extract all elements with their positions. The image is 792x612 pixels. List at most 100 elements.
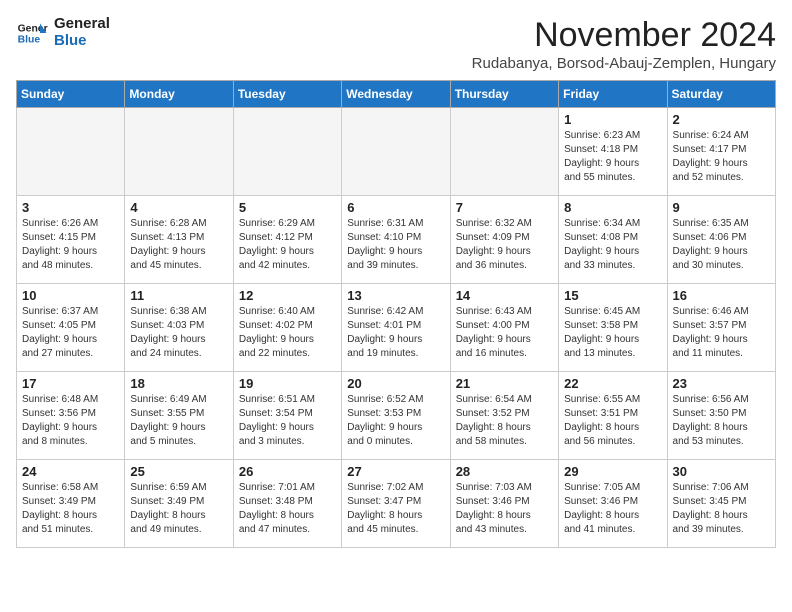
week-row-3: 17 Sunrise: 6:48 AM Sunset: 3:56 PM Dayli…: [17, 372, 776, 460]
day-info: Sunrise: 7:05 AM Sunset: 3:46 PM Dayligh…: [564, 481, 661, 537]
calendar-cell: 3 Sunrise: 6:26 AM Sunset: 4:15 PM Daylig…: [17, 196, 125, 284]
calendar-cell: 30 Sunrise: 7:06 AM Sunset: 3:45 PM Dayli…: [667, 460, 775, 548]
calendar-cell: 9 Sunrise: 6:35 AM Sunset: 4:06 PM Daylig…: [667, 196, 775, 284]
calendar-cell: 19Sunrise: 6:51 AM Sunset: 3:54 PM Dayli…: [233, 372, 341, 460]
calendar-cell: 10 Sunrise: 6:37 AM Sunset: 4:05 PM Dayli…: [17, 284, 125, 372]
day-info: Sunrise: 6:26 AM Sunset: 4:15 PM Dayligh…: [22, 217, 119, 273]
day-info: Sunrise: 6:48 AM Sunset: 3:56 PM Dayligh…: [22, 393, 119, 449]
day-info: Sunrise: 6:52 AM Sunset: 3:53 PM Dayligh…: [347, 393, 444, 449]
day-number: 19: [239, 376, 336, 391]
day-info: Sunrise: 6:55 AM Sunset: 3:51 PM Dayligh…: [564, 393, 661, 449]
day-info: Sunrise: 6:54 AM Sunset: 3:52 PM Dayligh…: [456, 393, 553, 449]
calendar-cell: [342, 108, 450, 196]
calendar-cell: [125, 108, 233, 196]
day-info: Sunrise: 6:38 AM Sunset: 4:03 PM Dayligh…: [130, 305, 227, 361]
day-number: 4: [130, 200, 227, 215]
day-number: 9: [673, 200, 770, 215]
day-number: 10: [22, 288, 119, 303]
day-number: 17: [22, 376, 119, 391]
day-info: Sunrise: 6:29 AM Sunset: 4:12 PM Dayligh…: [239, 217, 336, 273]
day-number: 15: [564, 288, 661, 303]
day-info: Sunrise: 7:01 AM Sunset: 3:48 PM Dayligh…: [239, 481, 336, 537]
calendar-cell: 22 Sunrise: 6:55 AM Sunset: 3:51 PM Dayli…: [559, 372, 667, 460]
calendar-cell: 21Sunrise: 6:54 AM Sunset: 3:52 PM Dayli…: [450, 372, 558, 460]
logo-line1: General: [54, 16, 110, 33]
day-number: 23: [673, 376, 770, 391]
day-number: 24: [22, 464, 119, 479]
day-info: Sunrise: 6:34 AM Sunset: 4:08 PM Dayligh…: [564, 217, 661, 273]
day-number: 29: [564, 464, 661, 479]
day-info: Sunrise: 6:23 AM Sunset: 4:18 PM Dayligh…: [564, 129, 661, 185]
calendar-table: SundayMondayTuesdayWednesdayThursdayFrid…: [16, 80, 776, 548]
header-sunday: Sunday: [17, 81, 125, 108]
header-wednesday: Wednesday: [342, 81, 450, 108]
day-number: 5: [239, 200, 336, 215]
day-info: Sunrise: 6:59 AM Sunset: 3:49 PM Dayligh…: [130, 481, 227, 537]
calendar-cell: 20 Sunrise: 6:52 AM Sunset: 3:53 PM Dayli…: [342, 372, 450, 460]
header-friday: Friday: [559, 81, 667, 108]
day-number: 16: [673, 288, 770, 303]
calendar-cell: 8 Sunrise: 6:34 AM Sunset: 4:08 PM Daylig…: [559, 196, 667, 284]
day-number: 11: [130, 288, 227, 303]
calendar-cell: 11 Sunrise: 6:38 AM Sunset: 4:03 PM Dayli…: [125, 284, 233, 372]
day-number: 22: [564, 376, 661, 391]
header-saturday: Saturday: [667, 81, 775, 108]
day-number: 28: [456, 464, 553, 479]
page-header: General Blue General Blue November 2024 …: [16, 16, 776, 72]
calendar-cell: 2 Sunrise: 6:24 AM Sunset: 4:17 PM Daylig…: [667, 108, 775, 196]
calendar-cell: 18Sunrise: 6:49 AM Sunset: 3:55 PM Dayli…: [125, 372, 233, 460]
week-row-2: 10 Sunrise: 6:37 AM Sunset: 4:05 PM Dayli…: [17, 284, 776, 372]
day-number: 20: [347, 376, 444, 391]
day-info: Sunrise: 6:32 AM Sunset: 4:09 PM Dayligh…: [456, 217, 553, 273]
calendar-cell: 16 Sunrise: 6:46 AM Sunset: 3:57 PM Dayli…: [667, 284, 775, 372]
day-info: Sunrise: 6:58 AM Sunset: 3:49 PM Dayligh…: [22, 481, 119, 537]
calendar-cell: 24 Sunrise: 6:58 AM Sunset: 3:49 PM Dayli…: [17, 460, 125, 548]
calendar-cell: 15 Sunrise: 6:45 AM Sunset: 3:58 PM Dayli…: [559, 284, 667, 372]
header-monday: Monday: [125, 81, 233, 108]
day-number: 8: [564, 200, 661, 215]
day-number: 2: [673, 112, 770, 127]
day-number: 27: [347, 464, 444, 479]
day-number: 12: [239, 288, 336, 303]
calendar-cell: 28 Sunrise: 7:03 AM Sunset: 3:46 PM Dayli…: [450, 460, 558, 548]
week-row-0: 1Sunrise: 6:23 AM Sunset: 4:18 PM Daylig…: [17, 108, 776, 196]
week-row-4: 24 Sunrise: 6:58 AM Sunset: 3:49 PM Dayli…: [17, 460, 776, 548]
calendar-cell: 25 Sunrise: 6:59 AM Sunset: 3:49 PM Dayli…: [125, 460, 233, 548]
calendar-cell: 6 Sunrise: 6:31 AM Sunset: 4:10 PM Daylig…: [342, 196, 450, 284]
month-title: November 2024: [472, 16, 776, 55]
calendar-cell: [233, 108, 341, 196]
calendar-cell: 4Sunrise: 6:28 AM Sunset: 4:13 PM Daylig…: [125, 196, 233, 284]
day-number: 3: [22, 200, 119, 215]
day-info: Sunrise: 6:35 AM Sunset: 4:06 PM Dayligh…: [673, 217, 770, 273]
day-info: Sunrise: 6:40 AM Sunset: 4:02 PM Dayligh…: [239, 305, 336, 361]
calendar-cell: 27 Sunrise: 7:02 AM Sunset: 3:47 PM Dayli…: [342, 460, 450, 548]
header-tuesday: Tuesday: [233, 81, 341, 108]
day-info: Sunrise: 7:06 AM Sunset: 3:45 PM Dayligh…: [673, 481, 770, 537]
day-number: 25: [130, 464, 227, 479]
day-info: Sunrise: 6:37 AM Sunset: 4:05 PM Dayligh…: [22, 305, 119, 361]
day-info: Sunrise: 6:43 AM Sunset: 4:00 PM Dayligh…: [456, 305, 553, 361]
calendar-cell: [450, 108, 558, 196]
calendar-cell: 5 Sunrise: 6:29 AM Sunset: 4:12 PM Daylig…: [233, 196, 341, 284]
day-info: Sunrise: 6:31 AM Sunset: 4:10 PM Dayligh…: [347, 217, 444, 273]
calendar-cell: 1Sunrise: 6:23 AM Sunset: 4:18 PM Daylig…: [559, 108, 667, 196]
day-number: 18: [130, 376, 227, 391]
location-subtitle: Rudabanya, Borsod-Abauj-Zemplen, Hungary: [472, 55, 776, 72]
day-info: Sunrise: 6:45 AM Sunset: 3:58 PM Dayligh…: [564, 305, 661, 361]
day-info: Sunrise: 6:24 AM Sunset: 4:17 PM Dayligh…: [673, 129, 770, 185]
title-block: November 2024 Rudabanya, Borsod-Abauj-Ze…: [472, 16, 776, 72]
calendar-cell: 26Sunrise: 7:01 AM Sunset: 3:48 PM Dayli…: [233, 460, 341, 548]
day-number: 6: [347, 200, 444, 215]
calendar-header-row: SundayMondayTuesdayWednesdayThursdayFrid…: [17, 81, 776, 108]
calendar-cell: 17 Sunrise: 6:48 AM Sunset: 3:56 PM Dayli…: [17, 372, 125, 460]
day-number: 30: [673, 464, 770, 479]
day-info: Sunrise: 7:02 AM Sunset: 3:47 PM Dayligh…: [347, 481, 444, 537]
svg-text:Blue: Blue: [18, 34, 41, 45]
logo: General Blue General Blue: [16, 16, 110, 49]
day-info: Sunrise: 6:46 AM Sunset: 3:57 PM Dayligh…: [673, 305, 770, 361]
calendar-cell: 14Sunrise: 6:43 AM Sunset: 4:00 PM Dayli…: [450, 284, 558, 372]
logo-line2: Blue: [54, 33, 110, 50]
day-number: 13: [347, 288, 444, 303]
calendar-cell: [17, 108, 125, 196]
day-info: Sunrise: 7:03 AM Sunset: 3:46 PM Dayligh…: [456, 481, 553, 537]
